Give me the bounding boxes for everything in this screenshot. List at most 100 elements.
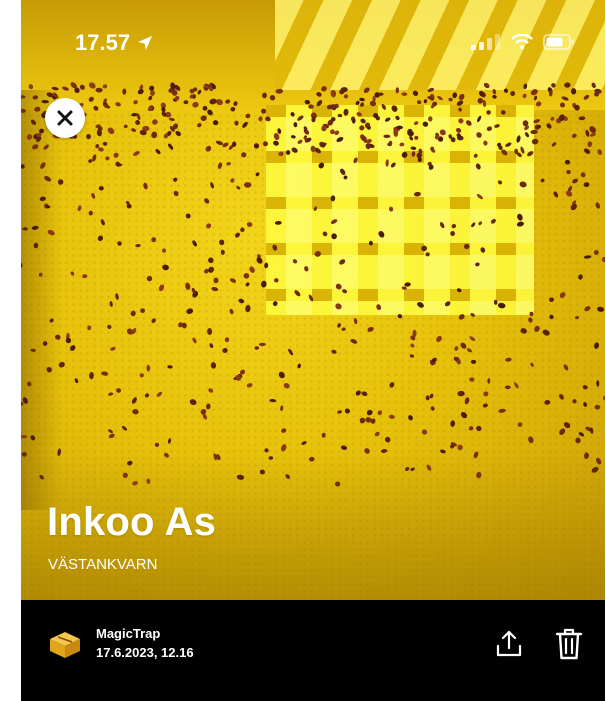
delete-button[interactable]	[551, 624, 587, 664]
insect-speck	[206, 223, 212, 229]
insect-speck	[235, 232, 240, 238]
insect-speck	[281, 428, 287, 433]
insect-speck	[154, 442, 160, 447]
insect-speck	[109, 301, 113, 307]
insect-speck	[133, 151, 140, 156]
insect-speck	[381, 104, 386, 110]
insect-speck	[115, 293, 119, 300]
insect-speck	[115, 102, 121, 107]
insect-speck	[460, 412, 468, 419]
insect-speck	[108, 433, 115, 439]
insect-speck	[167, 143, 174, 150]
insect-speck	[335, 303, 342, 310]
insect-speck	[43, 144, 49, 150]
insect-speck	[102, 141, 108, 146]
insect-speck	[368, 240, 373, 246]
insect-speck	[140, 308, 145, 314]
insect-speck	[478, 221, 482, 226]
trap-location: VÄSTANKVARN	[48, 556, 158, 573]
insect-speck	[594, 342, 599, 349]
share-button[interactable]	[491, 624, 527, 664]
insect-speck	[82, 274, 88, 279]
insect-speck	[337, 113, 343, 118]
insect-speck	[98, 186, 104, 191]
insect-speck	[523, 83, 528, 90]
insect-speck	[44, 176, 52, 182]
insect-speck	[89, 82, 96, 89]
bottom-info-bar: MagicTrap 17.6.2023, 12.16	[21, 600, 605, 701]
insect-speck	[504, 385, 511, 390]
insect-speck	[151, 237, 157, 243]
insect-speck	[519, 181, 527, 188]
insect-speck	[482, 403, 488, 408]
insect-speck	[582, 385, 588, 390]
insect-speck	[22, 227, 28, 231]
insect-speck	[468, 426, 474, 431]
insect-speck	[192, 240, 197, 247]
insect-speck	[520, 328, 527, 334]
insect-speck	[395, 87, 400, 94]
insect-speck	[210, 182, 214, 189]
insect-speck	[274, 278, 279, 283]
insect-speck	[516, 221, 524, 227]
insect-speck	[275, 88, 284, 94]
insect-speck	[113, 152, 119, 158]
insect-speck	[335, 283, 342, 290]
insect-speck	[388, 206, 394, 212]
insect-speck	[137, 89, 144, 95]
insect-speck	[425, 395, 430, 401]
insect-speck	[186, 308, 194, 314]
insect-speck	[584, 306, 591, 312]
insect-speck	[225, 99, 231, 104]
insect-speck	[527, 151, 534, 157]
insect-speck	[230, 178, 235, 183]
insect-speck	[553, 191, 559, 198]
insect-speck	[49, 318, 54, 323]
insect-speck	[465, 120, 472, 126]
insect-speck	[330, 219, 338, 224]
insect-speck	[131, 397, 137, 404]
insect-speck	[601, 256, 605, 263]
insect-speck	[522, 93, 527, 99]
insect-speck	[401, 151, 408, 158]
insect-speck	[269, 398, 277, 403]
insect-speck	[89, 372, 94, 380]
insect-speck	[480, 247, 486, 253]
insect-speck	[464, 243, 470, 250]
insect-speck	[563, 364, 569, 371]
insect-speck	[156, 391, 163, 397]
insect-speck	[593, 250, 599, 255]
insect-speck	[473, 153, 478, 158]
insect-speck	[514, 382, 519, 389]
insect-speck	[425, 252, 430, 257]
insect-speck	[540, 178, 545, 183]
insect-speck	[517, 422, 523, 427]
insect-speck	[497, 180, 503, 185]
insect-speck	[26, 381, 32, 387]
insect-speck	[591, 82, 596, 88]
insect-speck	[378, 231, 385, 238]
insect-speck	[389, 382, 395, 388]
close-button[interactable]	[45, 98, 85, 138]
insect-speck	[490, 218, 496, 224]
insect-speck	[95, 87, 103, 93]
insect-speck	[578, 274, 583, 280]
insect-speck	[337, 410, 342, 414]
insect-speck	[219, 239, 225, 246]
insect-speck	[291, 147, 298, 153]
insect-speck	[265, 116, 271, 122]
insect-speck	[476, 132, 482, 138]
insect-speck	[498, 408, 506, 413]
insect-speck	[363, 87, 370, 94]
insect-speck	[51, 86, 59, 91]
insect-speck	[74, 378, 79, 384]
insect-speck	[244, 182, 252, 188]
close-icon	[57, 110, 73, 126]
insect-speck	[173, 177, 178, 182]
insect-speck	[551, 142, 557, 147]
insect-speck	[135, 243, 141, 248]
insect-speck	[236, 185, 241, 190]
insect-speck	[30, 119, 37, 126]
insect-speck	[292, 259, 298, 264]
insect-speck	[602, 395, 605, 401]
